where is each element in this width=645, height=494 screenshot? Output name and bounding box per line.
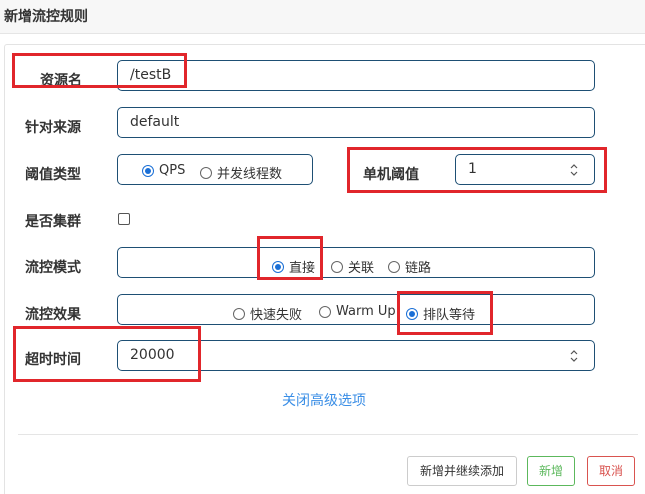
cluster-label: 是否集群 [25, 214, 81, 230]
add-and-continue-button[interactable]: 新增并继续添加 [407, 456, 517, 486]
radio-unselected-icon [388, 260, 400, 273]
limit-app-label: 针对来源 [25, 120, 81, 136]
dialog-title: 新增流控规则 [4, 9, 88, 25]
threshold-type-qps-radio[interactable]: QPS [142, 163, 185, 178]
annotation-box-flow-effect [397, 291, 493, 335]
cluster-checkbox[interactable] [118, 213, 130, 225]
dialog-header: 新增流控规则 [0, 0, 645, 34]
limit-app-input[interactable]: default [117, 107, 595, 138]
cancel-button[interactable]: 取消 [587, 456, 635, 486]
footer-divider [18, 434, 638, 435]
flow-effect-warmup-label: Warm Up [336, 304, 396, 319]
radio-unselected-icon [200, 166, 212, 179]
annotation-box-resource [12, 53, 187, 88]
flow-mode-chain-radio[interactable]: 链路 [388, 257, 431, 276]
radio-unselected-icon [331, 260, 343, 273]
timeout-spinner-icon[interactable] [568, 348, 580, 364]
annotation-box-threshold [347, 147, 607, 193]
resource-input[interactable]: /testB [117, 60, 595, 91]
flow-effect-fastfail-radio[interactable]: 快速失败 [233, 304, 302, 323]
annotation-box-timeout [13, 326, 201, 382]
flow-effect-fastfail-label: 快速失败 [250, 308, 303, 323]
annotation-box-flow-mode [257, 236, 323, 280]
flow-effect-warmup-radio[interactable]: Warm Up [319, 304, 396, 319]
flow-mode-relate-label: 关联 [348, 261, 375, 276]
add-button[interactable]: 新增 [527, 456, 575, 486]
flow-mode-chain-label: 链路 [405, 261, 432, 276]
threshold-type-label: 阈值类型 [25, 167, 81, 183]
threshold-type-thread-label: 并发线程数 [217, 167, 283, 182]
radio-selected-icon [142, 164, 154, 177]
flow-mode-relate-radio[interactable]: 关联 [331, 257, 374, 276]
threshold-type-qps-label: QPS [159, 163, 186, 178]
limit-app-input-value: default [130, 114, 180, 130]
flow-effect-label: 流控效果 [25, 307, 81, 323]
threshold-type-thread-radio[interactable]: 并发线程数 [200, 163, 282, 182]
radio-unselected-icon [319, 305, 331, 318]
flow-mode-label: 流控模式 [25, 260, 81, 276]
radio-unselected-icon [233, 307, 245, 320]
advanced-options-toggle[interactable]: 关闭高级选项 [282, 390, 366, 410]
